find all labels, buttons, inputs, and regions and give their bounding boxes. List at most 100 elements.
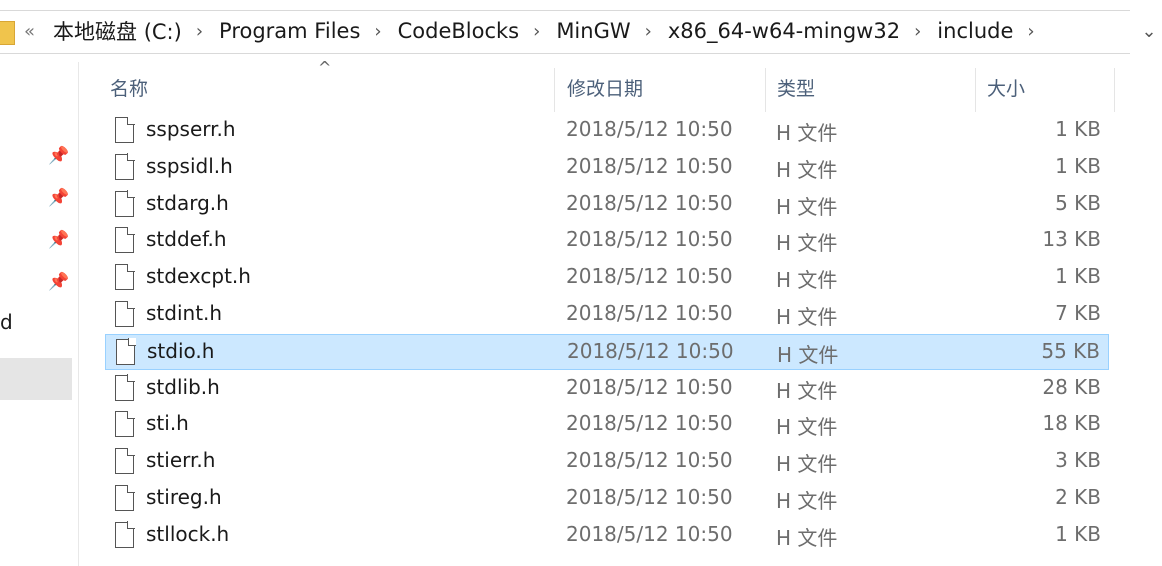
file-icon: [115, 153, 135, 180]
file-type: H 文件: [776, 268, 838, 293]
file-type: H 文件: [777, 342, 839, 367]
file-row[interactable]: stdint.h 2018/5/12 10:50 H 文件 7 KB: [105, 297, 1109, 333]
file-icon: [115, 300, 135, 327]
breadcrumb-item-x86-64[interactable]: x86_64-w64-mingw32: [664, 19, 904, 43]
file-type: H 文件: [776, 378, 838, 403]
file-size: 2 KB: [1055, 485, 1101, 509]
column-header-name[interactable]: 名称: [98, 62, 554, 112]
file-size: 1 KB: [1055, 264, 1101, 289]
chevron-down-icon[interactable]: ⌄: [1136, 18, 1162, 46]
file-row[interactable]: sti.h 2018/5/12 10:50 H 文件 18 KB: [105, 407, 1109, 443]
file-size: 18 KB: [1042, 411, 1101, 436]
file-date: 2018/5/12 10:50: [566, 227, 733, 252]
file-name: stireg.h: [146, 485, 222, 509]
file-date: 2018/5/12 10:50: [566, 117, 733, 141]
file-name: stdint.h: [146, 301, 223, 325]
file-type: H 文件: [776, 231, 838, 256]
file-date: 2018/5/12 10:50: [566, 521, 733, 546]
file-date: 2018/5/12 10:50: [566, 301, 733, 325]
file-icon: [115, 263, 135, 291]
breadcrumb-item-include[interactable]: include: [933, 19, 1017, 43]
pin-icon[interactable]: 📌: [48, 230, 69, 250]
file-name: stierr.h: [146, 448, 216, 473]
file-name: sti.h: [146, 411, 189, 436]
file-icon: [115, 447, 135, 475]
file-type: H 文件: [776, 489, 838, 513]
file-name: stddef.h: [146, 227, 227, 252]
file-icon: [115, 410, 135, 438]
file-type: H 文件: [776, 121, 838, 145]
breadcrumb-item-program-files[interactable]: Program Files: [215, 19, 364, 43]
file-size: 13 KB: [1042, 227, 1101, 252]
chevron-right-icon[interactable]: ›: [1027, 21, 1034, 42]
file-name: stdarg.h: [146, 190, 229, 215]
nav-item-selected[interactable]: [0, 358, 72, 400]
file-type: H 文件: [776, 305, 838, 329]
breadcrumb: « 本地磁盘 (C:) › Program Files › CodeBlocks…: [24, 16, 1047, 46]
file-row[interactable]: stdlib.h 2018/5/12 10:50 H 文件 28 KB: [105, 371, 1109, 407]
chevron-right-icon[interactable]: ›: [533, 21, 540, 42]
breadcrumb-item-codeblocks[interactable]: CodeBlocks: [394, 19, 524, 43]
file-row[interactable]: stdio.h 2018/5/12 10:50 H 文件 55 KB: [105, 333, 1109, 370]
file-row[interactable]: stdarg.h 2018/5/12 10:50 H 文件 5 KB: [105, 187, 1109, 223]
pane-divider[interactable]: [78, 62, 79, 566]
file-size: 28 KB: [1042, 374, 1101, 399]
breadcrumb-overflow-button[interactable]: «: [24, 21, 35, 42]
breadcrumb-item-drive[interactable]: 本地磁盘 (C:): [49, 16, 186, 46]
file-name: sspserr.h: [146, 117, 236, 141]
file-size: 7 KB: [1055, 301, 1101, 325]
file-size: 55 KB: [1041, 338, 1100, 363]
file-name: stllock.h: [146, 521, 230, 546]
file-date: 2018/5/12 10:50: [566, 448, 733, 473]
file-row[interactable]: stierr.h 2018/5/12 10:50 H 文件 3 KB: [105, 444, 1109, 480]
file-size: 1 KB: [1055, 153, 1101, 178]
column-header-type[interactable]: 类型: [765, 62, 975, 112]
file-name: sspsidl.h: [146, 153, 233, 178]
file-name: stdexcpt.h: [146, 264, 251, 289]
file-name: stdio.h: [147, 338, 215, 363]
file-date: 2018/5/12 10:50: [566, 190, 733, 215]
pin-icon[interactable]: 📌: [48, 188, 69, 208]
file-type: H 文件: [776, 415, 838, 440]
file-icon: [116, 338, 136, 365]
file-icon: [115, 484, 135, 511]
chevron-right-icon[interactable]: ›: [374, 21, 381, 42]
pin-icon[interactable]: 📌: [48, 146, 69, 166]
file-row[interactable]: stireg.h 2018/5/12 10:50 H 文件 2 KB: [105, 481, 1109, 517]
file-icon: [115, 116, 135, 143]
file-size: 1 KB: [1055, 117, 1101, 141]
pin-icon[interactable]: 📌: [48, 272, 69, 292]
breadcrumb-item-mingw[interactable]: MinGW: [552, 19, 634, 43]
file-date: 2018/5/12 10:50: [566, 411, 733, 436]
file-name: stdlib.h: [146, 374, 220, 399]
file-type: H 文件: [776, 452, 838, 477]
address-bar: « 本地磁盘 (C:) › Program Files › CodeBlocks…: [0, 0, 1162, 62]
file-icon: [115, 521, 135, 548]
chevron-right-icon[interactable]: ›: [196, 21, 203, 42]
chevron-right-icon[interactable]: ›: [645, 21, 652, 42]
file-row[interactable]: stdexcpt.h 2018/5/12 10:50 H 文件 1 KB: [105, 260, 1109, 296]
column-header-size[interactable]: 大小: [975, 62, 1115, 112]
file-date: 2018/5/12 10:50: [566, 485, 733, 509]
file-size: 5 KB: [1055, 190, 1101, 215]
column-header-date[interactable]: 修改日期: [555, 62, 765, 112]
file-size: 1 KB: [1055, 521, 1101, 546]
file-row[interactable]: sspserr.h 2018/5/12 10:50 H 文件 1 KB: [105, 113, 1109, 149]
file-icon: [115, 226, 135, 254]
file-date: 2018/5/12 10:50: [566, 264, 733, 289]
file-date: 2018/5/12 10:50: [566, 153, 733, 178]
file-type: H 文件: [776, 525, 838, 550]
file-row[interactable]: stddef.h 2018/5/12 10:50 H 文件 13 KB: [105, 223, 1109, 259]
file-size: 3 KB: [1055, 448, 1101, 473]
file-date: 2018/5/12 10:50: [567, 338, 734, 363]
file-icon: [115, 190, 135, 217]
file-type: H 文件: [776, 157, 838, 182]
file-icon: [115, 374, 135, 401]
file-row[interactable]: sspsidl.h 2018/5/12 10:50 H 文件 1 KB: [105, 150, 1109, 186]
file-row[interactable]: stllock.h 2018/5/12 10:50 H 文件 1 KB: [105, 518, 1109, 554]
file-type: H 文件: [776, 194, 838, 219]
chevron-right-icon[interactable]: ›: [914, 21, 921, 42]
folder-icon: [0, 21, 15, 45]
column-divider[interactable]: [1114, 68, 1115, 112]
nav-item-label[interactable]: d: [0, 310, 13, 334]
